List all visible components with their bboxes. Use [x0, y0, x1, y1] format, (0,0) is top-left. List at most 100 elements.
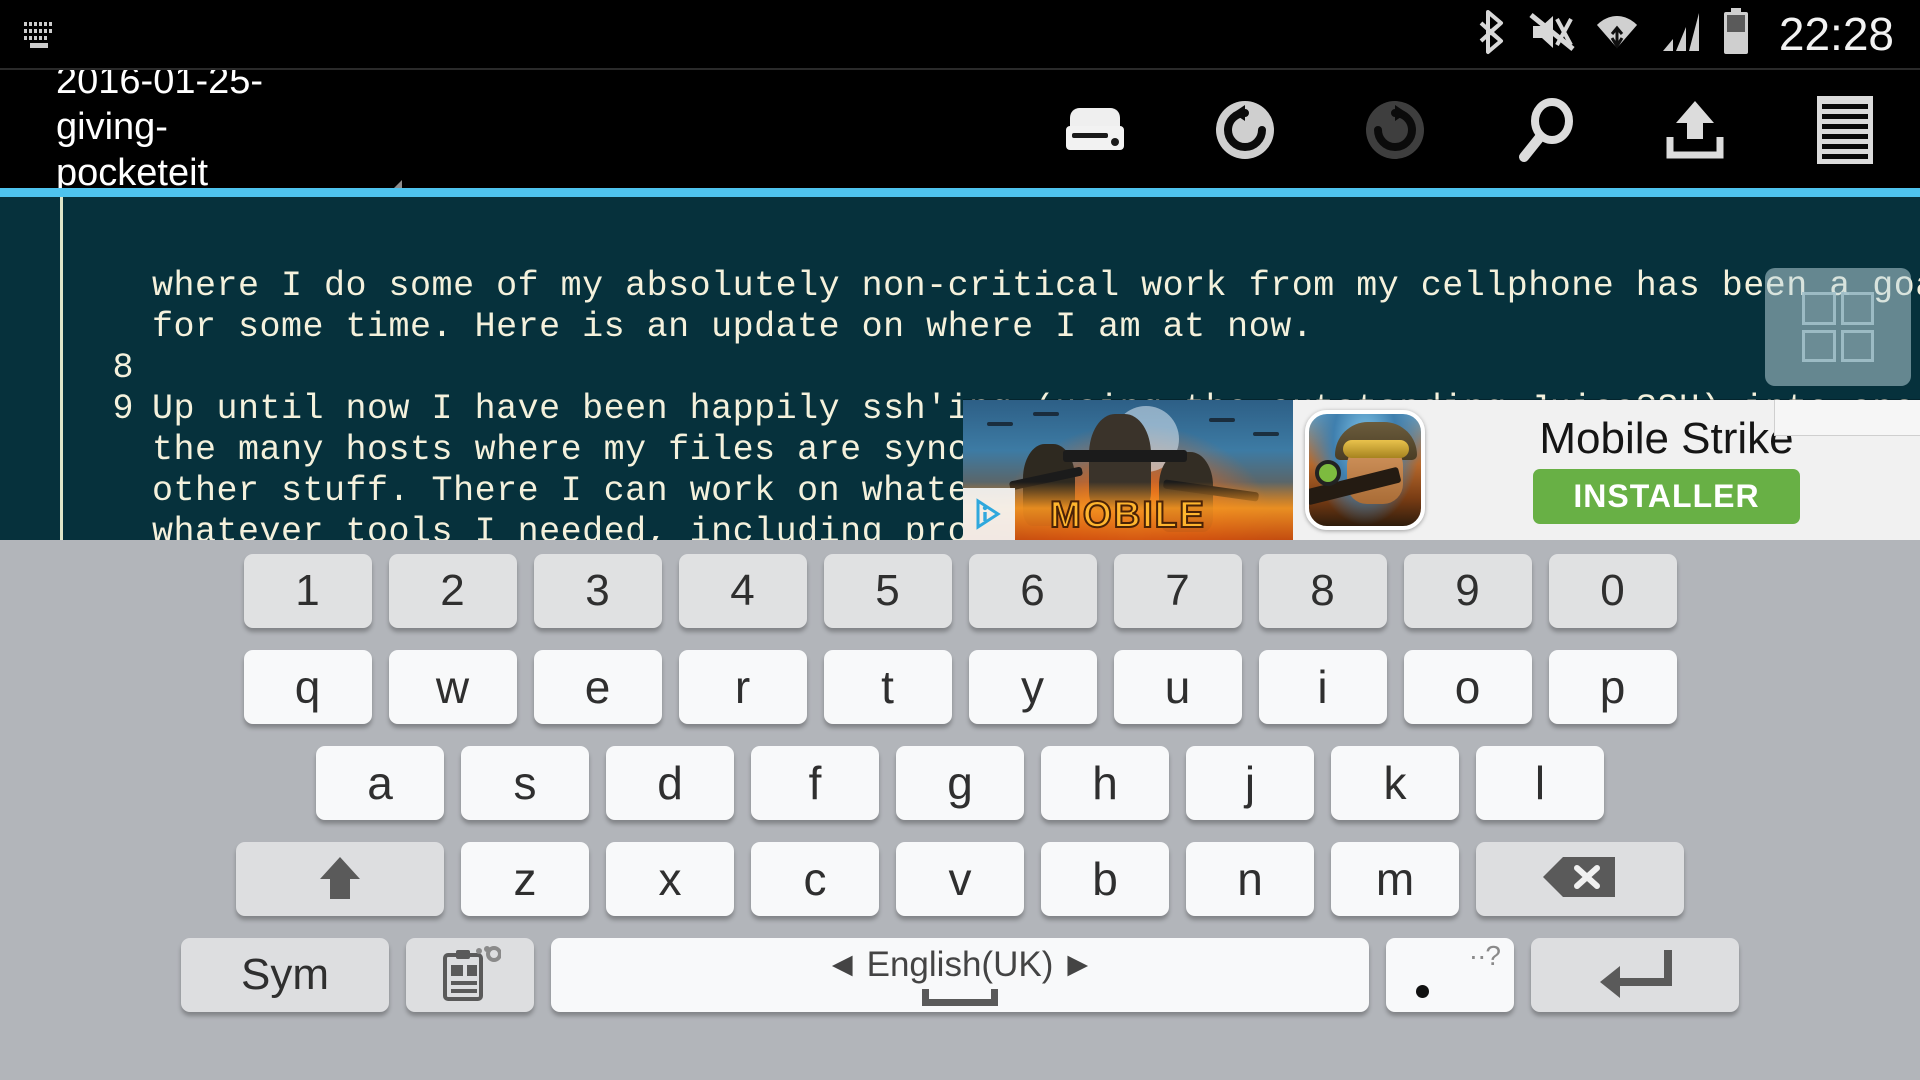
- toolbar-actions: [1020, 70, 1920, 188]
- key-3[interactable]: 3: [533, 554, 662, 628]
- status-bar-right: 22:28: [1477, 7, 1894, 61]
- wifi-icon: [1593, 8, 1641, 61]
- undo-icon: [1212, 97, 1278, 163]
- menu-button[interactable]: [1770, 70, 1920, 188]
- status-bar: 22:28: [0, 0, 1920, 68]
- ad-install-button[interactable]: INSTALLER: [1533, 468, 1800, 524]
- key-9[interactable]: 9: [1403, 554, 1532, 628]
- key-2[interactable]: 2: [388, 554, 517, 628]
- period-superscript: ··?: [1468, 940, 1501, 971]
- key-z[interactable]: z: [461, 842, 589, 916]
- key-c[interactable]: c: [751, 842, 879, 916]
- redo-button[interactable]: [1320, 70, 1470, 188]
- enter-return-icon: [1598, 944, 1672, 1007]
- keyboard-row-z: z x c v b n m: [0, 842, 1920, 916]
- shift-key[interactable]: [236, 842, 444, 916]
- document-list-icon: [1817, 96, 1873, 164]
- on-screen-keyboard[interactable]: 1 2 3 4 5 6 7 8 9 0 q w e r t y u i o p …: [0, 540, 1920, 1080]
- key-4[interactable]: 4: [678, 554, 807, 628]
- key-8[interactable]: 8: [1258, 554, 1387, 628]
- prev-language-arrow[interactable]: ◀: [832, 949, 853, 980]
- key-s[interactable]: s: [461, 746, 589, 820]
- space-language-selector[interactable]: ◀ English(UK) ▶: [832, 945, 1088, 985]
- code-line[interactable]: 9 Up until now I have been happily ssh'in…: [0, 349, 1920, 429]
- key-o[interactable]: o: [1403, 650, 1532, 724]
- code-line[interactable]: where I do some of my absolutely non-cri…: [0, 226, 1920, 306]
- title-expand-handle[interactable]: [370, 180, 402, 188]
- key-5[interactable]: 5: [823, 554, 952, 628]
- key-d[interactable]: d: [606, 746, 734, 820]
- key-b[interactable]: b: [1041, 842, 1169, 916]
- key-g[interactable]: g: [896, 746, 1024, 820]
- period-dot-icon: [1416, 985, 1429, 998]
- key-k[interactable]: k: [1331, 746, 1459, 820]
- key-n[interactable]: n: [1186, 842, 1314, 916]
- signal-icon: [1659, 9, 1703, 60]
- keyboard-row-a: a s d f g h j k l: [0, 746, 1920, 820]
- backspace-icon: [1543, 855, 1617, 904]
- multiwindow-button[interactable]: [1765, 268, 1911, 386]
- key-x[interactable]: x: [606, 842, 734, 916]
- hero-rifle: [1063, 450, 1187, 462]
- key-r[interactable]: r: [678, 650, 807, 724]
- key-1[interactable]: 1: [243, 554, 372, 628]
- key-j[interactable]: j: [1186, 746, 1314, 820]
- hero-helicopter: [1209, 418, 1235, 422]
- share-button[interactable]: [1620, 70, 1770, 188]
- ad-banner[interactable]: MOBILE Mobile Strike INSTALLER: [963, 400, 1920, 540]
- spacebar-glyph-icon: [922, 988, 998, 1006]
- code-line[interactable]: for some time. Here is an update on wher…: [0, 267, 1920, 347]
- key-a[interactable]: a: [316, 746, 444, 820]
- space-language-label: English(UK): [866, 944, 1054, 984]
- key-l[interactable]: l: [1476, 746, 1604, 820]
- key-w[interactable]: w: [388, 650, 517, 724]
- key-6[interactable]: 6: [968, 554, 1097, 628]
- adchoices-icon[interactable]: [963, 488, 1015, 540]
- keyboard-row-bottom: Sym ◀ English(UK) ▶ ··?: [0, 938, 1920, 1012]
- ad-close-strip[interactable]: [1774, 400, 1920, 436]
- key-q[interactable]: q: [243, 650, 372, 724]
- upload-share-icon: [1664, 99, 1726, 161]
- hero-helicopter: [1253, 432, 1279, 436]
- key-i[interactable]: i: [1258, 650, 1387, 724]
- document-title[interactable]: 2016-01-25- giving- pocketeit: [56, 70, 386, 188]
- hero-helicopter: [987, 422, 1013, 426]
- hero-helicopter: [1033, 412, 1059, 416]
- key-p[interactable]: p: [1548, 650, 1677, 724]
- save-button[interactable]: [1020, 70, 1170, 188]
- key-m[interactable]: m: [1331, 842, 1459, 916]
- key-7[interactable]: 7: [1113, 554, 1242, 628]
- keyboard-row-q: q w e r t y u i o p: [0, 650, 1920, 724]
- key-y[interactable]: y: [968, 650, 1097, 724]
- shift-arrow-icon: [312, 849, 368, 910]
- ad-hero-image[interactable]: MOBILE: [963, 400, 1293, 540]
- redo-icon: [1362, 97, 1428, 163]
- next-language-arrow[interactable]: ▶: [1067, 949, 1088, 980]
- space-key[interactable]: ◀ English(UK) ▶: [551, 938, 1369, 1012]
- search-icon: [1514, 97, 1576, 163]
- sym-key[interactable]: Sym: [181, 938, 389, 1012]
- ad-app-icon[interactable]: [1305, 410, 1425, 530]
- status-bar-left: [22, 20, 60, 48]
- bluetooth-icon: [1477, 8, 1511, 61]
- enter-key[interactable]: [1531, 938, 1739, 1012]
- key-f[interactable]: f: [751, 746, 879, 820]
- key-v[interactable]: v: [896, 842, 1024, 916]
- backspace-key[interactable]: [1476, 842, 1684, 916]
- period-key[interactable]: ··?: [1386, 938, 1514, 1012]
- key-0[interactable]: 0: [1548, 554, 1677, 628]
- search-button[interactable]: [1470, 70, 1620, 188]
- key-h[interactable]: h: [1041, 746, 1169, 820]
- key-u[interactable]: u: [1113, 650, 1242, 724]
- code-line[interactable]: 8: [0, 308, 1920, 388]
- code-line[interactable]: transitioning from a workflow where I do…: [0, 192, 1920, 225]
- mute-icon: [1529, 9, 1575, 60]
- status-clock: 22:28: [1778, 8, 1894, 60]
- clipboard-settings-key[interactable]: [406, 938, 534, 1012]
- key-e[interactable]: e: [533, 650, 662, 724]
- key-t[interactable]: t: [823, 650, 952, 724]
- app-toolbar: 2016-01-25- giving- pocketeit: [0, 68, 1920, 188]
- four-pane-grid-icon: [1802, 292, 1874, 362]
- icon-goggles: [1343, 440, 1409, 458]
- undo-button[interactable]: [1170, 70, 1320, 188]
